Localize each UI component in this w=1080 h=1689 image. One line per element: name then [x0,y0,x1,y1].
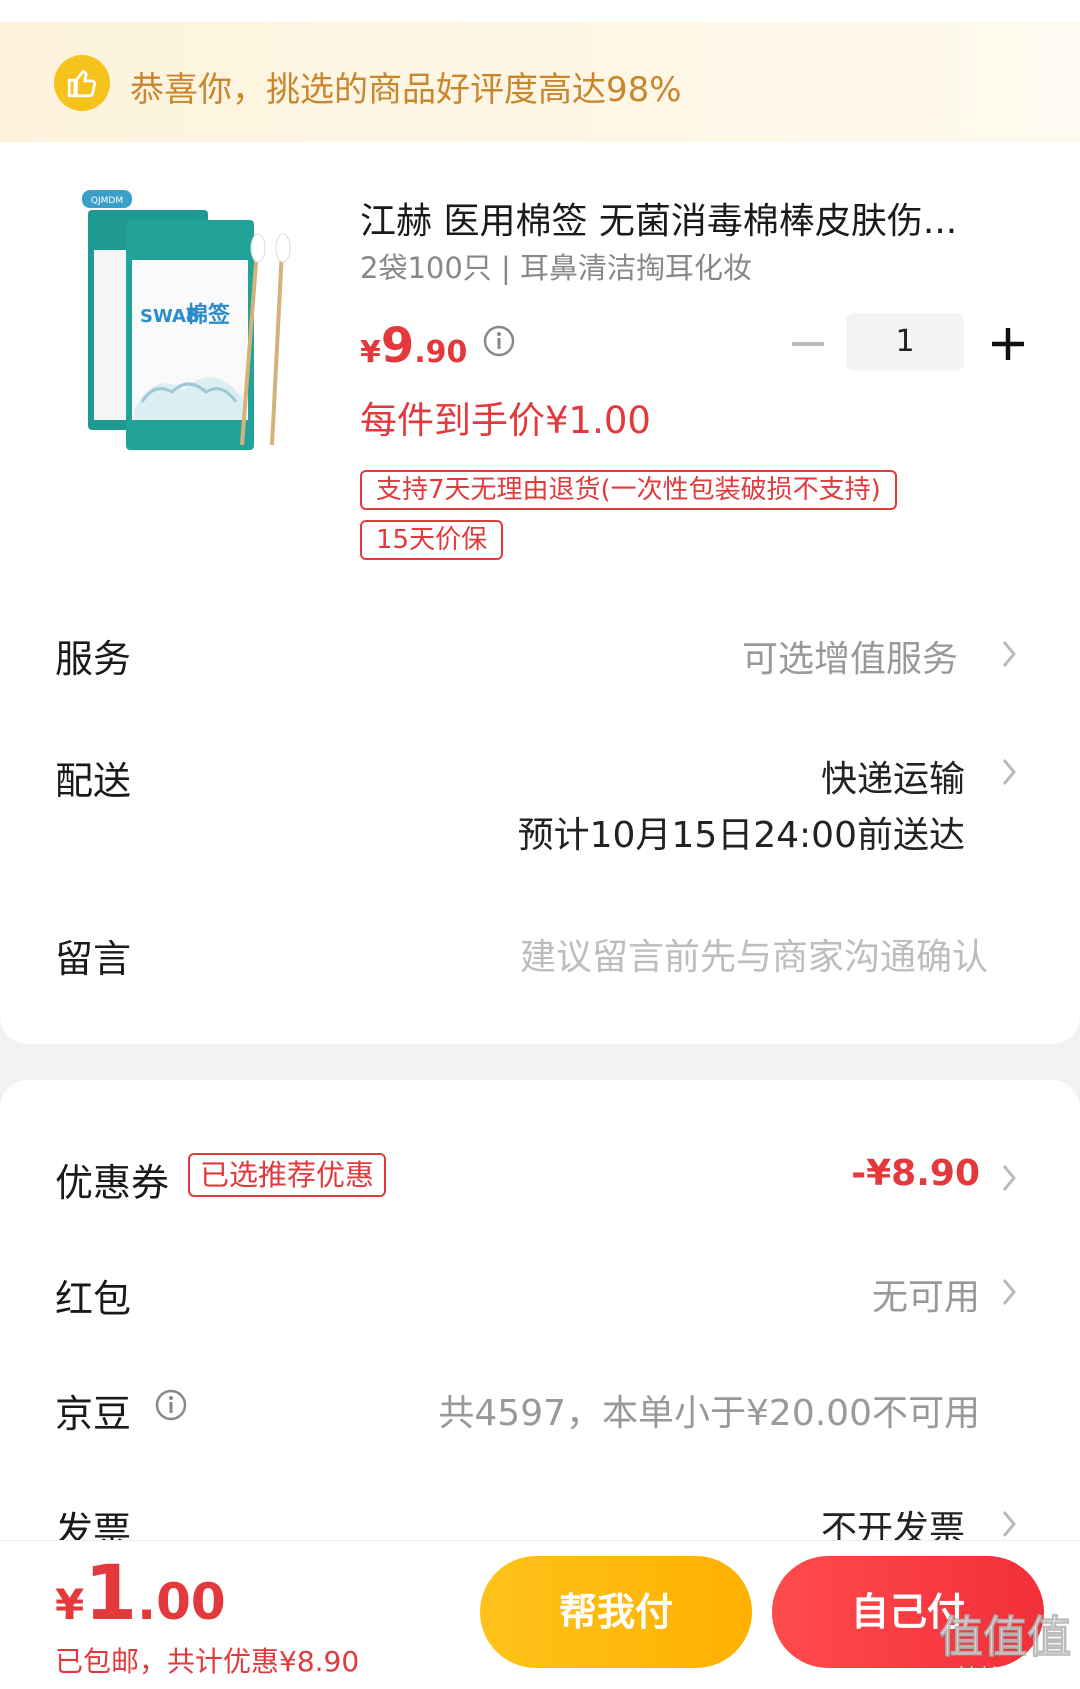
coupon-tag: 已选推荐优惠 [188,1153,387,1197]
rating-banner: 恭喜你，挑选的商品好评度高达98% [0,22,1080,142]
product-image[interactable]: QJMDM SWAB 棉签 [82,190,312,460]
invoice-chevron-icon[interactable] [1000,1506,1020,1542]
product-price: ¥9.90 [360,318,467,374]
coupon-chevron-icon[interactable] [1000,1160,1020,1196]
thumbs-up-icon [54,55,110,111]
red-packet-label: 红包 [55,1277,132,1321]
info-icon[interactable] [482,324,516,358]
banner-text: 恭喜你，挑选的商品好评度高达98% [130,70,682,110]
message-label: 留言 [55,937,132,981]
service-chevron-icon[interactable] [1000,636,1020,672]
product-title[interactable]: 江赫 医用棉签 无菌消毒棉棒皮肤伤... [360,192,1000,244]
delivery-chevron-icon[interactable] [1000,754,1020,790]
total-integer: 1 [84,1548,138,1637]
product-spec: 2袋100只 | 耳鼻清洁掏耳化妆 [360,251,753,285]
quantity-increase-button[interactable] [986,322,1030,366]
red-packet-value[interactable]: 无可用 [872,1268,980,1320]
delivery-label: 配送 [55,759,132,803]
price-currency: ¥ [360,335,381,370]
svg-text:QJMDM: QJMDM [91,196,123,206]
red-packet-chevron-icon[interactable] [1000,1274,1020,1310]
service-label: 服务 [55,637,132,681]
total-price: ¥1.00 [55,1548,226,1637]
svg-text:值值值: 值值值 [939,1612,1071,1663]
total-decimal: .00 [137,1573,226,1631]
price-integer: 9 [380,318,415,374]
delivery-method[interactable]: 快递运输 [821,750,965,802]
help-pay-button[interactable]: 帮我付 [480,1556,752,1668]
return-policy-tag: 支持7天无理由退货(一次性包装破损不支持) [360,470,897,510]
price-decimal: .90 [414,335,468,370]
unit-price: 每件到手价¥1.00 [360,399,651,442]
jingdou-value: 共4597，本单小于¥20.00不可用 [438,1393,980,1434]
quantity-decrease-button[interactable] [786,322,830,366]
coupon-value[interactable]: -¥8.90 [851,1153,980,1194]
svg-text:棉签: 棉签 [186,302,231,328]
delivery-estimate: 预计10月15日24:00前送达 [517,815,965,856]
quantity-input[interactable]: 1 [846,313,964,371]
jingdou-label: 京豆 [55,1392,132,1436]
service-value[interactable]: 可选增值服务 [742,630,958,682]
coupon-label: 优惠券 [55,1161,170,1205]
price-protect-tag: 15天价保 [360,520,504,560]
top-strip [0,0,1080,22]
jingdou-info-icon[interactable] [154,1388,188,1422]
total-summary: 已包邮，共计优惠¥8.90 [55,1645,360,1678]
svg-text:zhizhizhi.com: zhizhizhi.com [951,1663,1059,1682]
message-input[interactable]: 建议留言前先与商家沟通确认 [520,928,988,980]
watermark-logo: 值值值 zhizhizhi.com [935,1600,1075,1684]
total-currency: ¥ [55,1580,85,1629]
